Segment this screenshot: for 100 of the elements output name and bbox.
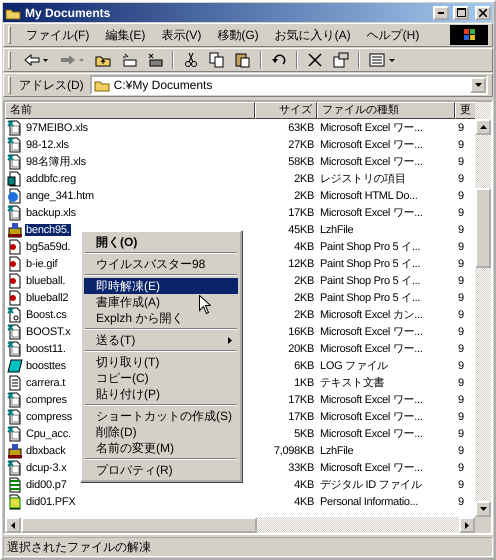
column-header[interactable]: 更 [455,102,475,119]
menu-item[interactable]: 名前の変更(M) [84,440,238,456]
file-name[interactable]: Cpu_acc. [25,428,72,440]
menu-item[interactable]: 削除(D) [84,424,238,440]
table-cell-text: 9 [457,444,465,456]
dropdown-button[interactable] [470,77,486,93]
file-name[interactable]: compress [25,410,74,422]
scroll-thumb[interactable] [21,517,257,533]
window-title: My Documents [25,6,112,20]
table-cell-text: 4KB [293,496,315,508]
menu-item[interactable]: 移動(G) [210,24,266,46]
scroll-thumb[interactable] [475,188,491,268]
table-cell-text: 9 [457,478,465,490]
drive-icon [121,52,137,68]
spreadsheet-icon [7,426,23,442]
table-cell-text: 9 [457,122,465,134]
menu-item[interactable]: ファイル(F) [19,24,96,46]
close-icon [479,8,487,16]
table-cell-text: 4KB [293,240,315,252]
copy-icon [209,52,225,68]
menu-item[interactable]: コピー(C) [84,370,238,386]
table-cell-text: 6KB [293,360,315,372]
table-cell-text: レジストリの項目 [319,172,407,186]
scroll-down-button[interactable] [475,501,491,517]
menu-item[interactable]: ヘルプ(H) [360,24,426,46]
certificate-icon [7,476,23,492]
table-cell-text: 12KB [287,258,315,270]
file-name[interactable]: compres [25,394,68,406]
table-cell-text: Paint Shop Pro 5 イ... [319,257,422,271]
clipboard-icon [235,52,251,68]
file-name[interactable]: b-ie.gif [25,258,58,270]
menu-item[interactable]: ショートカットの作成(S) [84,408,238,424]
menu-item[interactable]: 送る(T) [84,332,238,348]
menu-item[interactable]: 編集(E) [98,24,152,46]
table-cell-text: 2KB [293,172,315,184]
file-name[interactable]: bg5a59d. [25,240,72,252]
scroll-up-button[interactable] [475,119,491,135]
file-name[interactable]: backup.xls [25,206,77,218]
minimize-button[interactable] [433,6,449,20]
menu-item[interactable]: ウイルスバスター98 [84,256,238,272]
table-cell-text: 9 [457,342,465,354]
image-file-icon [7,256,23,272]
file-name[interactable]: BOOST.x [25,326,72,338]
spreadsheet-icon [7,324,23,340]
table-cell-text: 9 [457,394,465,406]
file-name[interactable]: carrera.t [25,376,66,388]
column-header[interactable]: サイズ [255,102,317,119]
table-cell-text: 9 [457,156,465,168]
table-cell-text: 9 [457,258,465,270]
forward-arrow-icon [59,52,85,68]
drive-icon [147,52,163,68]
x-icon [307,52,323,68]
file-name[interactable]: 98-12.xls [25,138,70,150]
status-bar: 選択されたファイルの解凍 [3,537,493,557]
table-cell-text: 58KB [287,156,315,168]
caret-down-icon [480,507,486,511]
file-name[interactable]: boosttes [25,360,67,372]
file-name[interactable]: ange_341.htm [25,190,95,202]
menu-item[interactable]: 表示(V) [154,24,208,46]
image-file-icon [7,238,23,254]
spreadsheet-icon [7,154,23,170]
vertical-scrollbar[interactable] [475,102,491,517]
file-name[interactable]: did01.PFX [25,496,77,508]
file-name[interactable]: dbxback [25,444,67,456]
table-cell-text: Microsoft Excel ワー... [319,393,424,407]
file-name[interactable]: did00.p7 [25,478,68,490]
table-cell-text: 17KB [287,410,315,422]
menu-item[interactable]: 開く(O) [84,234,238,250]
file-name[interactable]: Boost.cs [25,308,68,320]
column-header[interactable]: 名前 [5,102,255,119]
spreadsheet-icon [7,136,23,152]
file-name[interactable]: addbfc.reg [25,172,77,184]
menu-item[interactable]: Explzh から開く [84,310,238,326]
table-cell-text: Microsoft Excel ワー... [319,427,424,441]
column-header[interactable]: ファイルの種類 [317,102,455,119]
scroll-right-button[interactable] [459,517,475,533]
spreadsheet-icon [7,460,23,476]
spreadsheet-icon [7,204,23,220]
menu-item[interactable]: お気に入り(A) [268,24,358,46]
menu-item[interactable]: 書庫作成(A) [84,294,238,310]
close-button[interactable] [475,6,491,20]
file-name[interactable]: dcup-3.x [25,462,68,474]
file-name[interactable]: blueball. [25,274,66,286]
address-field[interactable]: C:¥My Documents [90,75,488,95]
spreadsheet-icon [7,408,23,424]
file-name[interactable]: blueball2 [25,292,70,304]
file-name[interactable]: bench95. [25,224,71,236]
table-cell-text: 9 [457,428,465,440]
scroll-left-button[interactable] [5,517,21,533]
file-name[interactable]: boost11. [25,342,67,354]
menu-item[interactable]: 即時解凍(E) [84,278,238,294]
table-cell-text: Personal Informatio... [319,496,419,508]
file-name[interactable]: 98名簿用.xls [25,154,87,169]
file-name[interactable]: 97MEIBO.xls [25,122,89,134]
menu-item[interactable]: 切り取り(T) [84,354,238,370]
menu-item[interactable]: 貼り付け(P) [84,386,238,402]
maximize-button[interactable] [453,6,469,20]
image-file-icon [7,272,23,288]
horizontal-scrollbar[interactable] [5,517,475,533]
menu-item[interactable]: プロパティ(R) [84,462,238,478]
